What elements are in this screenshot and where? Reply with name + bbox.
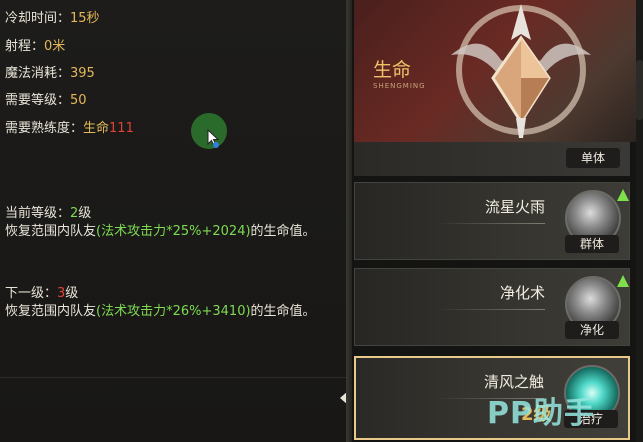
skill-card-single[interactable]: 单体 — [354, 142, 630, 176]
range-value: 0米 — [44, 39, 66, 54]
proficiency-label: 需要熟练度： — [5, 121, 84, 136]
proficiency-skill: 生命 — [83, 121, 110, 136]
mana-row: 魔法消耗：395 — [5, 62, 95, 81]
current-desc-suffix: 的生命值。 — [250, 224, 316, 239]
next-desc-suffix: 的生命值。 — [250, 304, 316, 319]
watermark-logo: PP助手 — [487, 396, 595, 431]
skill-type-label: 单体 — [566, 148, 620, 168]
skill-type-label: 净化 — [565, 321, 619, 339]
mana-label: 魔法消耗： — [5, 66, 71, 81]
next-level-row: 下一级：3级 — [5, 282, 78, 301]
next-formula: (法术攻击力*26%+3410) — [96, 304, 251, 319]
upgrade-arrow-icon — [617, 275, 629, 287]
range-label: 射程： — [5, 39, 45, 54]
level-req-row: 需要等级：50 — [5, 89, 87, 108]
scrollbar-thumb[interactable] — [636, 60, 643, 120]
banner-title: 生命 — [373, 59, 412, 81]
skill-card-purify[interactable]: 净化术 净化 — [354, 268, 630, 346]
cursor-arrow-icon — [207, 129, 220, 148]
skill-type-label: 群体 — [565, 235, 619, 253]
skill-detail-panel: 冷却时间：15秒 射程：0米 魔法消耗：395 需要等级：50 需要熟练度：生命… — [0, 0, 346, 442]
cooldown-label: 冷却时间： — [5, 11, 71, 26]
current-level-label: 当前等级： — [5, 206, 71, 221]
divider-line — [435, 223, 545, 224]
skill-category-banner[interactable]: 生命 SHENGMING — [354, 0, 636, 142]
skill-card-meteor-shower[interactable]: 流星火雨 群体 — [354, 182, 630, 260]
banner-subtitle: SHENGMING — [373, 82, 426, 90]
level-req-label: 需要等级： — [5, 93, 71, 108]
skill-name: 净化术 — [499, 284, 545, 302]
cooldown-row: 冷却时间：15秒 — [5, 7, 100, 26]
next-level-label: 下一级： — [5, 286, 58, 301]
range-row: 射程：0米 — [5, 35, 65, 54]
next-desc-prefix: 恢复范围内队友 — [5, 304, 97, 319]
proficiency-row: 需要熟练度：生命111 — [5, 117, 134, 136]
panel-divider — [346, 0, 352, 442]
current-desc-prefix: 恢复范围内队友 — [5, 224, 97, 239]
cooldown-value: 15秒 — [70, 11, 100, 26]
upgrade-arrow-icon — [617, 189, 629, 201]
divider-line — [435, 309, 545, 310]
skill-name: 流星火雨 — [484, 198, 545, 216]
current-level-unit: 级 — [78, 206, 92, 221]
next-level-description: 恢复范围内队友(法术攻击力*26%+3410)的生命值。 — [5, 300, 335, 324]
next-level-unit: 级 — [65, 286, 79, 301]
current-formula: (法术攻击力*25%+2024) — [96, 224, 251, 239]
current-level-description: 恢复范围内队友(法术攻击力*25%+2024)的生命值。 — [5, 220, 335, 244]
mana-value: 395 — [70, 66, 95, 81]
crystal-emblem-icon — [451, 4, 591, 138]
current-level-row: 当前等级：2级 — [5, 202, 91, 221]
level-req-value: 50 — [70, 93, 87, 108]
proficiency-value: 111 — [109, 121, 134, 136]
